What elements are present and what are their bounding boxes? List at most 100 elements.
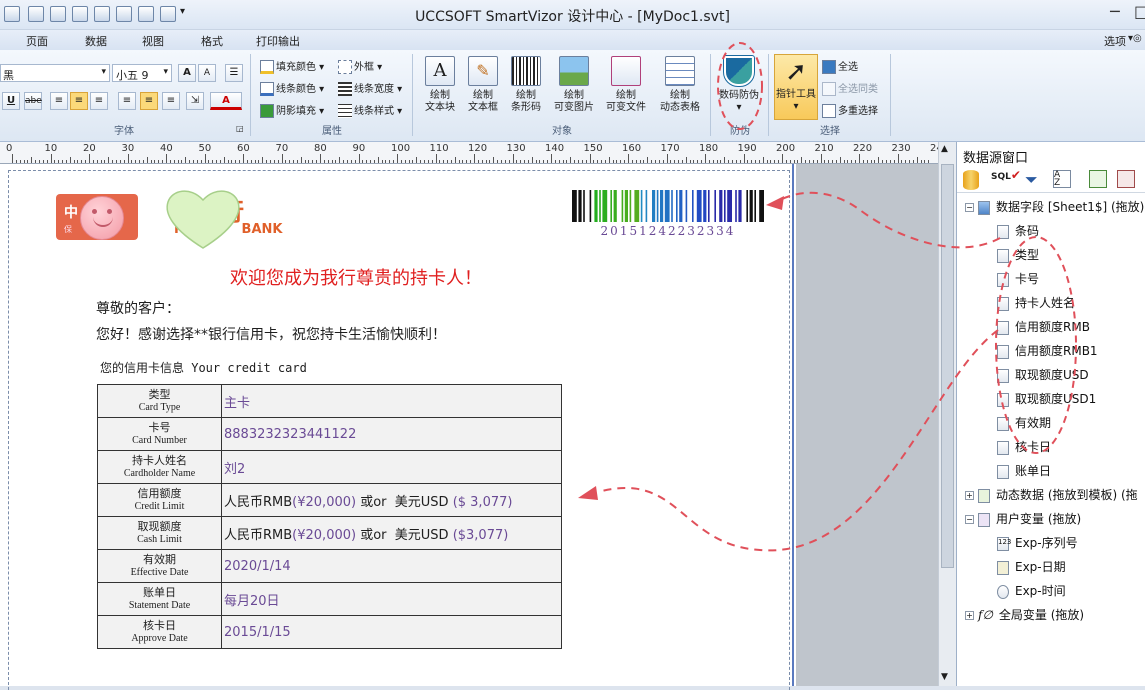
ruler-tick	[524, 160, 526, 163]
tree-field-item[interactable]: 类型	[997, 246, 1039, 263]
tree-field-item[interactable]: 信用额度RMB	[997, 318, 1090, 335]
collapse-icon[interactable]: −	[965, 515, 974, 524]
sql-button[interactable]: SQL✔	[991, 168, 1021, 182]
align-right-icon[interactable]: ≡	[90, 92, 108, 110]
collapse-icon[interactable]: −	[965, 203, 974, 212]
tree-field-item[interactable]: 持卡人姓名	[997, 294, 1075, 311]
fill-color-button[interactable]: 填充颜色 ▾	[260, 58, 324, 74]
scroll-down-icon[interactable]: ▼	[941, 672, 948, 682]
ruler-tick	[916, 157, 918, 163]
line-width-button[interactable]: 线条宽度 ▾	[338, 80, 402, 96]
draw-variable-file-button[interactable]: 绘制 可变文件	[602, 54, 650, 124]
add-field-icon[interactable]	[1089, 170, 1107, 188]
multi-select-button[interactable]: 多重选择	[822, 102, 878, 118]
expand-icon[interactable]: +	[965, 611, 974, 620]
tree-field-item[interactable]: 条码	[997, 222, 1039, 239]
ruler-tick	[497, 160, 499, 163]
ruler-tick	[705, 154, 706, 163]
database-icon[interactable]	[963, 170, 979, 190]
row-value[interactable]: 人民币RMB(¥20,000) 或or 美元USD ($ 3,077)	[221, 483, 562, 517]
line-style-button[interactable]: 线条样式 ▾	[338, 102, 402, 118]
row-value[interactable]: 主卡	[221, 384, 562, 418]
select-all-button[interactable]: 全选	[822, 58, 858, 74]
tab-format[interactable]: 格式	[201, 33, 223, 49]
tree-user-vars[interactable]: − 用户变量 (拖放)	[965, 510, 1081, 527]
tree-user-var-item[interactable]: Exp-时间	[997, 582, 1066, 599]
draw-dynamic-table-button[interactable]: 绘制 动态表格	[654, 54, 706, 124]
vertical-scrollbar[interactable]: ▲ ▼	[938, 142, 956, 686]
strike-button[interactable]: abe	[24, 92, 42, 110]
font-name-select[interactable]: 黑 ▾	[0, 64, 110, 82]
sort-az-icon[interactable]: AZ	[1053, 170, 1071, 188]
draw-text-box-button[interactable]: ✎ 绘制 文本框	[461, 54, 505, 124]
row-value[interactable]: 人民币RMB(¥20,000) 或or 美元USD ($3,077)	[221, 516, 562, 550]
tree-dynamic-data[interactable]: + 动态数据 (拖放到模板) (拖	[965, 486, 1138, 503]
valign-bottom-icon[interactable]: ≡	[162, 92, 180, 110]
row-value[interactable]: 8883232323441122	[221, 417, 562, 451]
heart-sticker[interactable]	[164, 188, 242, 252]
draw-barcode-button[interactable]: 绘制 条形码	[504, 54, 548, 124]
remove-field-icon[interactable]	[1117, 170, 1135, 188]
tree-data-fields[interactable]: − 数据字段 [Sheet1$] (拖放)	[965, 198, 1144, 215]
options-menu[interactable]: 选项	[1104, 33, 1126, 49]
user-vars-icon	[978, 512, 990, 527]
row-value[interactable]: 2020/1/14	[221, 549, 562, 583]
digital-security-button[interactable]: 数码防伪 ▾	[716, 54, 762, 124]
line-style-label: 线条样式	[354, 106, 394, 117]
tab-print-output[interactable]: 打印输出	[256, 33, 300, 49]
tree-global-vars[interactable]: + f∅ 全局变量 (拖放)	[965, 606, 1084, 623]
tab-data[interactable]: 数据	[85, 33, 107, 49]
font-size-select[interactable]: 小五 9 ▾	[112, 64, 172, 82]
wrap-text-icon[interactable]: ⇲	[186, 92, 204, 110]
draw-text-block-button[interactable]: A 绘制 文本块	[418, 54, 462, 124]
shrink-font-button[interactable]: A	[198, 64, 216, 82]
tree-field-item[interactable]: 取现额度USD	[997, 366, 1089, 383]
tab-page[interactable]: 页面	[26, 33, 48, 49]
align-center-icon[interactable]: ≡	[70, 92, 88, 110]
scroll-thumb[interactable]	[941, 164, 954, 568]
font-color-button[interactable]: A	[210, 92, 242, 110]
tree-field-item[interactable]: 信用额度RMB1	[997, 342, 1098, 359]
barcode-bar	[624, 190, 628, 222]
scroll-up-icon[interactable]: ▲	[941, 144, 948, 154]
minimize-icon[interactable]: ─	[1110, 2, 1120, 21]
tree-field-item[interactable]: 取现额度USD1	[997, 390, 1096, 407]
shadow-fill-button[interactable]: 阴影填充 ▾	[260, 102, 324, 118]
ruler-tick	[89, 154, 90, 163]
underline-button[interactable]: U	[2, 92, 20, 110]
dialog-launcher-icon[interactable]: ◲	[236, 124, 244, 133]
tab-view[interactable]: 视图	[142, 33, 164, 49]
ruler-tick	[762, 157, 764, 163]
ruler-tick	[920, 160, 922, 163]
row-value[interactable]: 2015/1/15	[221, 615, 562, 649]
align-left-icon[interactable]: ≡	[50, 92, 68, 110]
draw-variable-image-button[interactable]: 绘制 可变图片	[550, 54, 598, 124]
filter-icon[interactable]: ⏷	[1025, 170, 1038, 190]
barcode-bar	[602, 190, 608, 222]
restore-icon[interactable]: □	[1134, 2, 1145, 21]
tree-field-item[interactable]: 账单日	[997, 462, 1051, 479]
tree-field-item[interactable]: 卡号	[997, 270, 1039, 287]
row-label: 有效期 Effective Date	[97, 549, 222, 583]
pointer-tool-button[interactable]: ➚ 指针工具 ▾	[774, 54, 818, 120]
select-same-button[interactable]: 全选同类	[822, 80, 878, 96]
tree-user-var-item[interactable]: Exp-日期	[997, 558, 1066, 575]
expand-icon[interactable]: +	[965, 491, 974, 500]
grow-font-button[interactable]: A	[178, 64, 196, 82]
valign-middle-icon[interactable]: ≡	[140, 92, 158, 110]
valign-top-icon[interactable]: ≡	[118, 92, 136, 110]
tree-field-item[interactable]: 有效期	[997, 414, 1051, 431]
line-color-button[interactable]: 线条颜色 ▾	[260, 80, 324, 96]
smiley-face-sticker[interactable]	[80, 196, 124, 240]
row-value[interactable]: 每月20日	[221, 582, 562, 616]
ruler-tick	[708, 160, 710, 163]
row-value[interactable]: 刘2	[221, 450, 562, 484]
options-chevron-icon[interactable]: ▾◎	[1128, 33, 1142, 44]
ruler-tick	[551, 154, 552, 163]
user-var-label: Exp-序列号	[1015, 536, 1078, 550]
tree-user-var-item[interactable]: 123 Exp-序列号	[997, 534, 1078, 551]
barcode-image[interactable]	[572, 190, 764, 222]
tree-field-item[interactable]: 核卡日	[997, 438, 1051, 455]
outer-frame-button[interactable]: 外框 ▾	[338, 58, 382, 74]
list-icon[interactable]: ☰	[225, 64, 243, 82]
